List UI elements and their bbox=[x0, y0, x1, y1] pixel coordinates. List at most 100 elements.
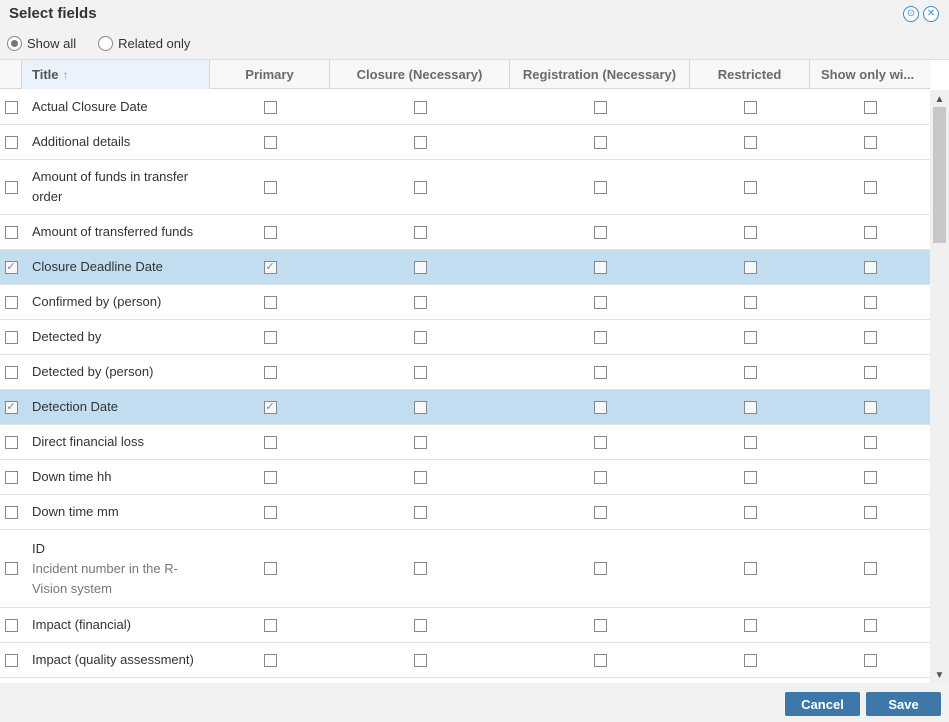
restricted-checkbox[interactable] bbox=[743, 653, 757, 667]
registration-checkbox[interactable] bbox=[593, 365, 607, 379]
row-select-checkbox[interactable] bbox=[4, 180, 18, 194]
restricted-checkbox[interactable] bbox=[743, 295, 757, 309]
show-only-checkbox[interactable] bbox=[863, 505, 877, 519]
header-closure[interactable]: Closure (Necessary) bbox=[330, 60, 510, 89]
restricted-checkbox[interactable] bbox=[743, 260, 757, 274]
registration-checkbox[interactable] bbox=[593, 330, 607, 344]
registration-checkbox[interactable] bbox=[593, 653, 607, 667]
closure-checkbox[interactable] bbox=[413, 470, 427, 484]
table-row[interactable]: Additional details bbox=[0, 125, 930, 160]
table-row[interactable]: Confirmed by (person) bbox=[0, 285, 930, 320]
table-row[interactable]: Down time mm bbox=[0, 495, 930, 530]
row-select-checkbox[interactable] bbox=[4, 653, 18, 667]
radio-related-only-dot[interactable] bbox=[98, 36, 114, 51]
primary-checkbox[interactable] bbox=[263, 180, 277, 194]
closure-checkbox[interactable] bbox=[413, 330, 427, 344]
restricted-checkbox[interactable] bbox=[743, 365, 757, 379]
show-only-checkbox[interactable] bbox=[863, 653, 877, 667]
restricted-checkbox[interactable] bbox=[743, 135, 757, 149]
primary-checkbox[interactable] bbox=[263, 330, 277, 344]
primary-checkbox[interactable] bbox=[263, 135, 277, 149]
table-row[interactable]: Actual Closure Date bbox=[0, 90, 930, 125]
primary-checkbox[interactable] bbox=[263, 435, 277, 449]
restricted-checkbox[interactable] bbox=[743, 505, 757, 519]
closure-checkbox[interactable] bbox=[413, 562, 427, 575]
header-registration[interactable]: Registration (Necessary) bbox=[510, 60, 690, 89]
row-select-checkbox[interactable] bbox=[4, 135, 18, 149]
row-select-checkbox[interactable] bbox=[4, 470, 18, 484]
restricted-checkbox[interactable] bbox=[743, 100, 757, 114]
closure-checkbox[interactable] bbox=[413, 505, 427, 519]
primary-checkbox[interactable] bbox=[263, 618, 277, 632]
closure-checkbox[interactable] bbox=[413, 180, 427, 194]
show-only-checkbox[interactable] bbox=[863, 295, 877, 309]
show-only-checkbox[interactable] bbox=[863, 225, 877, 239]
radio-related-only[interactable]: Related only bbox=[98, 36, 190, 51]
show-only-checkbox[interactable] bbox=[863, 470, 877, 484]
closure-checkbox[interactable] bbox=[413, 260, 427, 274]
restricted-checkbox[interactable] bbox=[743, 618, 757, 632]
primary-checkbox[interactable]: ✓ bbox=[263, 260, 277, 274]
table-row[interactable]: Impact (quality assessment) bbox=[0, 643, 930, 678]
registration-checkbox[interactable] bbox=[593, 225, 607, 239]
primary-checkbox[interactable] bbox=[263, 505, 277, 519]
table-row[interactable]: Amount of transferred funds bbox=[0, 215, 930, 250]
primary-checkbox[interactable] bbox=[263, 562, 277, 575]
registration-checkbox[interactable] bbox=[593, 180, 607, 194]
table-row[interactable]: Detected by bbox=[0, 320, 930, 355]
primary-checkbox[interactable] bbox=[263, 365, 277, 379]
row-select-checkbox[interactable] bbox=[4, 365, 18, 379]
row-select-checkbox[interactable] bbox=[4, 562, 18, 575]
closure-checkbox[interactable] bbox=[413, 400, 427, 414]
row-select-checkbox[interactable] bbox=[4, 295, 18, 309]
closure-checkbox[interactable] bbox=[413, 435, 427, 449]
header-restricted[interactable]: Restricted bbox=[690, 60, 810, 89]
registration-checkbox[interactable] bbox=[593, 470, 607, 484]
show-only-checkbox[interactable] bbox=[863, 260, 877, 274]
closure-checkbox[interactable] bbox=[413, 653, 427, 667]
vertical-scrollbar[interactable]: ▲ ▼ bbox=[930, 90, 949, 684]
closure-checkbox[interactable] bbox=[413, 618, 427, 632]
registration-checkbox[interactable] bbox=[593, 435, 607, 449]
header-primary[interactable]: Primary bbox=[210, 60, 330, 89]
closure-checkbox[interactable] bbox=[413, 365, 427, 379]
restricted-checkbox[interactable] bbox=[743, 330, 757, 344]
table-row[interactable]: Direct financial loss bbox=[0, 425, 930, 460]
row-select-checkbox[interactable] bbox=[4, 225, 18, 239]
table-row[interactable]: ✓ Closure Deadline Date ✓ bbox=[0, 250, 930, 285]
closure-checkbox[interactable] bbox=[413, 135, 427, 149]
show-only-checkbox[interactable] bbox=[863, 435, 877, 449]
table-row[interactable]: Down time hh bbox=[0, 460, 930, 495]
close-icon[interactable]: ✕ bbox=[923, 6, 939, 22]
restricted-checkbox[interactable] bbox=[743, 470, 757, 484]
row-select-checkbox[interactable] bbox=[4, 100, 18, 114]
row-select-checkbox[interactable] bbox=[4, 330, 18, 344]
closure-checkbox[interactable] bbox=[413, 100, 427, 114]
radio-show-all-dot[interactable] bbox=[7, 36, 22, 51]
registration-checkbox[interactable] bbox=[593, 135, 607, 149]
header-show-only[interactable]: Show only wi... bbox=[810, 60, 930, 89]
show-only-checkbox[interactable] bbox=[863, 618, 877, 632]
settings-icon[interactable]: ⊙ bbox=[903, 6, 919, 22]
scroll-up-icon[interactable]: ▲ bbox=[930, 91, 949, 107]
closure-checkbox[interactable] bbox=[413, 295, 427, 309]
registration-checkbox[interactable] bbox=[593, 100, 607, 114]
registration-checkbox[interactable] bbox=[593, 562, 607, 575]
restricted-checkbox[interactable] bbox=[743, 435, 757, 449]
scroll-down-icon[interactable]: ▼ bbox=[930, 667, 949, 683]
show-only-checkbox[interactable] bbox=[863, 562, 877, 575]
save-button[interactable]: Save bbox=[866, 692, 941, 716]
show-only-checkbox[interactable] bbox=[863, 135, 877, 149]
show-only-checkbox[interactable] bbox=[863, 330, 877, 344]
registration-checkbox[interactable] bbox=[593, 400, 607, 414]
primary-checkbox[interactable] bbox=[263, 295, 277, 309]
row-select-checkbox[interactable]: ✓ bbox=[4, 260, 18, 274]
registration-checkbox[interactable] bbox=[593, 260, 607, 274]
restricted-checkbox[interactable] bbox=[743, 400, 757, 414]
row-select-checkbox[interactable] bbox=[4, 435, 18, 449]
primary-checkbox[interactable] bbox=[263, 470, 277, 484]
restricted-checkbox[interactable] bbox=[743, 225, 757, 239]
primary-checkbox[interactable]: ✓ bbox=[263, 400, 277, 414]
table-row[interactable]: ID Incident number in the R-Vision system bbox=[0, 530, 930, 608]
show-only-checkbox[interactable] bbox=[863, 365, 877, 379]
